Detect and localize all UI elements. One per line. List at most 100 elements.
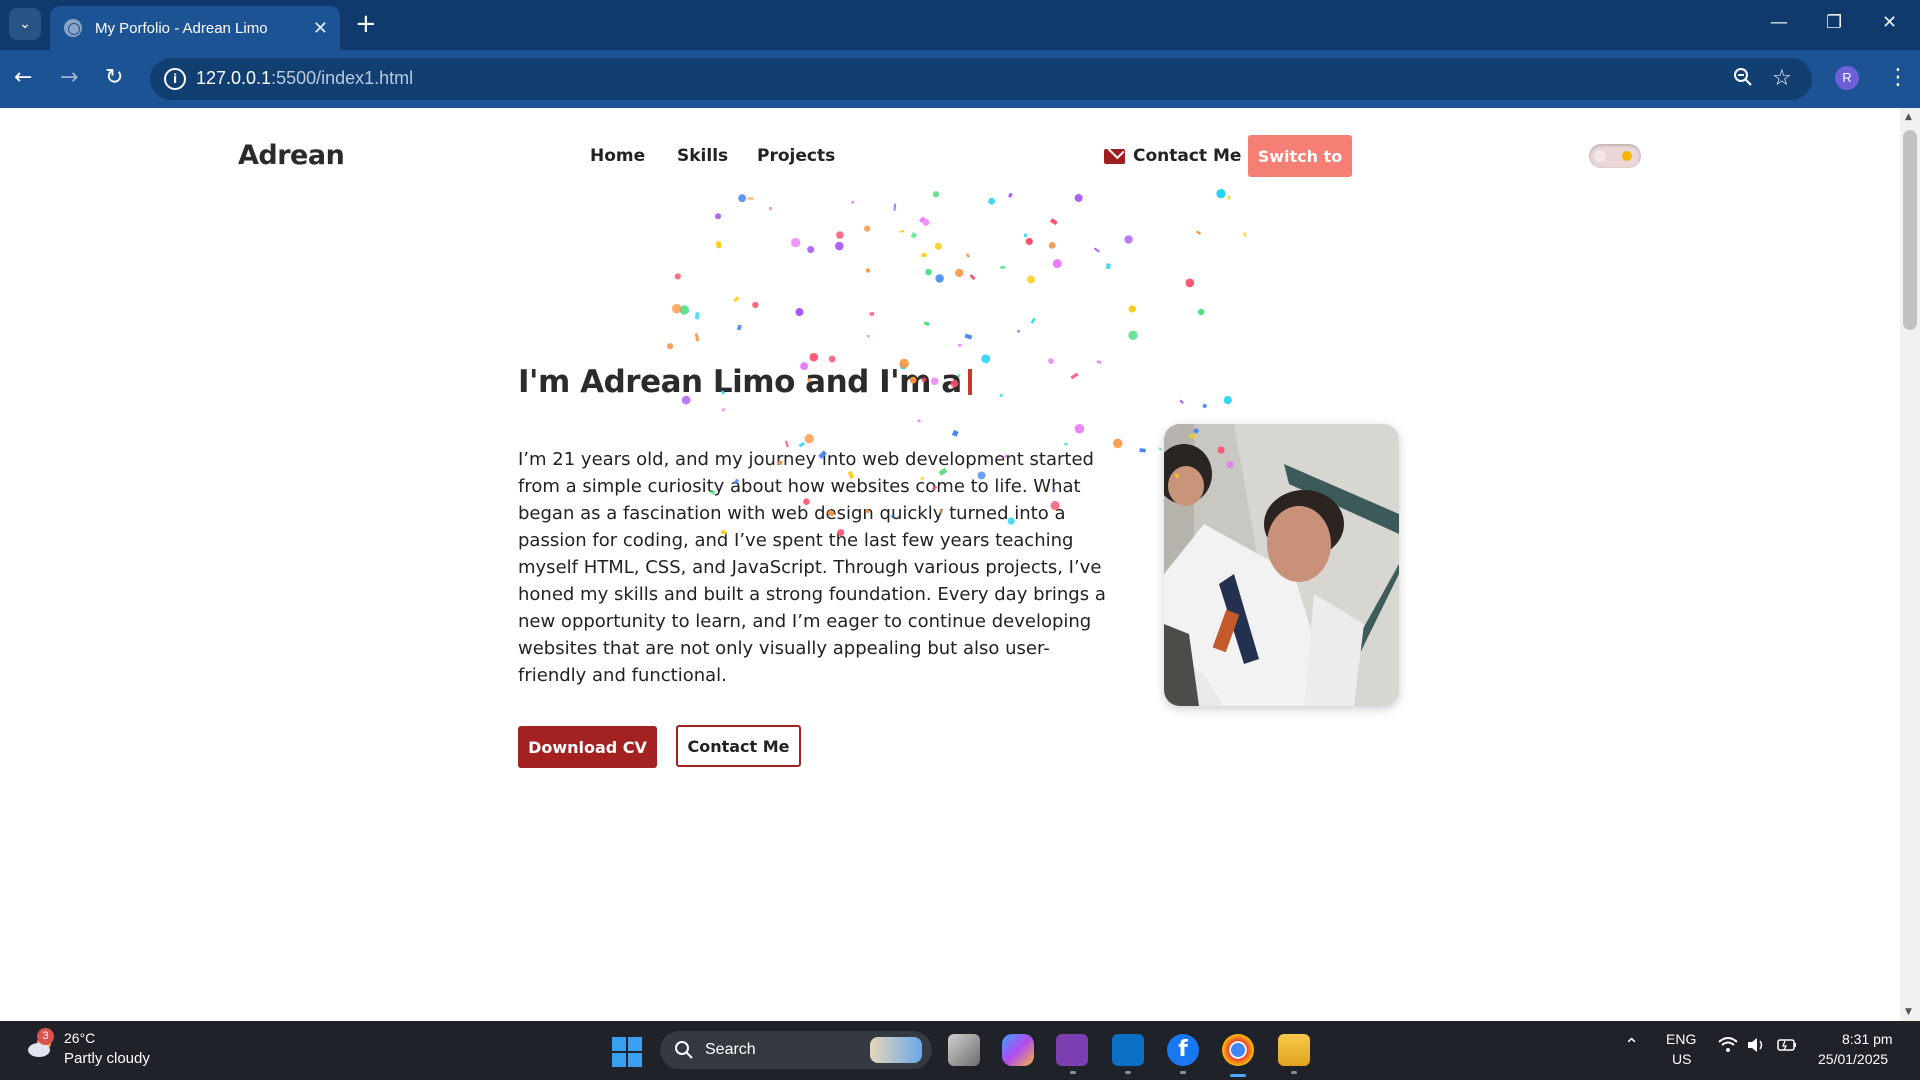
clock-time[interactable]: 8:31 pm (1842, 1031, 1893, 1047)
confetti-piece (1096, 360, 1102, 364)
hero-title: I'm Adrean Limo and I'm a (518, 364, 972, 400)
scrollbar-thumb[interactable] (1903, 130, 1917, 330)
page-scrollbar[interactable]: ▲ ▼ (1900, 108, 1920, 1021)
sun-icon (1622, 151, 1632, 161)
confetti-piece (1128, 330, 1138, 341)
close-window-button[interactable]: ✕ (1882, 12, 1897, 33)
task-view-icon[interactable] (948, 1034, 980, 1066)
confetti-piece (934, 242, 942, 250)
confetti-piece (951, 429, 959, 437)
confetti-piece (1027, 275, 1035, 284)
confetti-piece (958, 343, 962, 347)
new-tab-button[interactable]: + (355, 10, 377, 38)
tab-title: My Porfolio - Adrean Limo (95, 19, 268, 37)
site-logo[interactable]: Adrean (238, 140, 345, 171)
confetti-piece (791, 237, 801, 248)
clock-date[interactable]: 25/01/2025 (1818, 1051, 1888, 1067)
running-indicator (1180, 1071, 1186, 1074)
weather-description[interactable]: Partly cloudy (64, 1050, 150, 1067)
site-info-icon[interactable]: i (164, 68, 186, 90)
confetti-piece (1049, 218, 1058, 226)
confetti-piece (1185, 278, 1195, 288)
confetti-piece (1223, 396, 1232, 405)
search-label: Search (705, 1041, 756, 1058)
bookmark-star-icon[interactable]: ☆ (1772, 66, 1792, 91)
zoom-icon[interactable] (1732, 66, 1754, 94)
confetti-piece (999, 393, 1004, 398)
facebook-icon[interactable]: f (1167, 1034, 1199, 1066)
running-indicator (1125, 1071, 1131, 1074)
vscode-icon[interactable] (1112, 1034, 1144, 1066)
confetti-piece (910, 232, 918, 239)
volume-icon[interactable] (1746, 1037, 1766, 1058)
battery-icon[interactable] (1776, 1037, 1798, 1058)
running-indicator (1291, 1071, 1297, 1074)
forward-button[interactable]: → (60, 64, 78, 92)
nav-home[interactable]: Home (590, 146, 645, 166)
download-cv-button[interactable]: Download CV (518, 726, 657, 768)
confetti-piece (1227, 195, 1231, 200)
scroll-down-arrow[interactable]: ▼ (1905, 1007, 1912, 1017)
webpage: Adrean Home Skills Projects Contact Me S… (0, 108, 1900, 1021)
search-icon (674, 1040, 694, 1065)
toggle-knob (1594, 150, 1606, 162)
confetti-piece (674, 273, 681, 280)
confetti-piece (1070, 372, 1079, 380)
tab-search-button[interactable]: ⌄ (9, 8, 41, 40)
restore-button[interactable]: ❐ (1826, 12, 1842, 33)
contact-me-button[interactable]: Contact Me (676, 725, 801, 767)
theme-toggle[interactable] (1589, 144, 1641, 168)
confetti-piece (1007, 192, 1013, 198)
confetti-piece (965, 253, 971, 258)
browser-menu-icon[interactable]: ⋮ (1887, 64, 1909, 92)
language-top[interactable]: ENG (1666, 1031, 1696, 1047)
scroll-up-arrow[interactable]: ▲ (1905, 112, 1912, 122)
nav-contact-label: Contact Me (1133, 146, 1242, 166)
confetti-piece (1105, 263, 1112, 270)
globe-icon (64, 19, 82, 37)
confetti-piece (850, 200, 855, 205)
confetti-piece (1025, 237, 1033, 246)
confetti-piece (869, 312, 875, 316)
reload-button[interactable]: ↻ (105, 64, 123, 92)
back-button[interactable]: ← (14, 64, 32, 92)
confetti-piece (1017, 329, 1021, 333)
browser-toolbar: ← → ↻ i 127.0.0.1:5500/index1.html ☆ R ⋮ (0, 50, 1920, 108)
confetti-piece (1139, 448, 1146, 453)
confetti-piece (1024, 233, 1027, 238)
nav-contact[interactable]: Contact Me (1104, 146, 1241, 166)
switch-button[interactable]: Switch to (1248, 135, 1352, 177)
windows-start-icon[interactable] (612, 1037, 642, 1067)
close-tab-icon[interactable]: ✕ (313, 18, 328, 39)
minimize-button[interactable]: — (1770, 12, 1788, 33)
wifi-icon[interactable] (1718, 1037, 1738, 1058)
confetti-piece (1158, 447, 1163, 451)
confetti-piece (1124, 235, 1133, 244)
chrome-icon[interactable] (1222, 1034, 1254, 1077)
windows-taskbar: 3 26°C Partly cloudy Search f ⌃ ENG US 8… (0, 1021, 1920, 1080)
terminal-app-icon[interactable] (1056, 1034, 1088, 1066)
file-explorer-icon[interactable] (1278, 1034, 1310, 1066)
confetti-piece (867, 334, 870, 338)
confetti-piece (1195, 230, 1202, 235)
nav-skills[interactable]: Skills (677, 146, 728, 166)
confetti-piece (752, 301, 759, 309)
confetti-piece (807, 245, 815, 254)
confetti-piece (922, 218, 930, 226)
show-hidden-icons-chevron-icon[interactable]: ⌃ (1624, 1035, 1639, 1056)
url-text[interactable]: 127.0.0.1:5500/index1.html (196, 68, 413, 89)
language-bottom[interactable]: US (1672, 1051, 1691, 1067)
nav-projects[interactable]: Projects (757, 146, 835, 166)
profile-avatar[interactable]: R (1835, 66, 1859, 90)
envelope-icon (1104, 148, 1125, 164)
browser-tab-strip: ⌄ My Porfolio - Adrean Limo ✕ + — ❐ ✕ (0, 0, 1920, 50)
browser-tab[interactable]: My Porfolio - Adrean Limo ✕ (50, 6, 340, 50)
taskbar-search[interactable]: Search (660, 1031, 932, 1069)
confetti-piece (679, 305, 690, 315)
copilot-icon[interactable] (1002, 1034, 1034, 1066)
weather-temperature[interactable]: 26°C (64, 1030, 95, 1046)
confetti-piece (828, 355, 836, 363)
confetti-piece (1047, 358, 1054, 365)
address-bar[interactable]: i 127.0.0.1:5500/index1.html ☆ (150, 58, 1812, 100)
confetti-piece (1242, 231, 1247, 237)
